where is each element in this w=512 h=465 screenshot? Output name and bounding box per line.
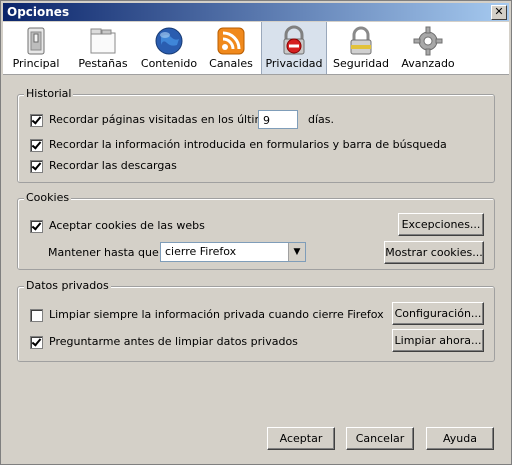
days-label: días. [308,113,335,126]
tab-label: Seguridad [333,57,389,70]
title-bar: Opciones ✕ [3,3,509,21]
tab-label: Avanzado [401,57,455,70]
window-title: Opciones [7,5,70,19]
always-clear-checkbox[interactable] [30,308,43,322]
tab-label: Privacidad [265,57,323,70]
tab-label: Pestañas [78,57,128,70]
remember-forms-checkbox[interactable] [30,138,43,152]
padlock-icon [350,26,372,55]
cookies-group: Cookies Aceptar cookies de las webs Exce… [17,191,495,270]
cookies-group-title: Cookies [24,191,72,204]
accept-button[interactable]: Aceptar [267,427,335,450]
help-button[interactable]: Ayuda [426,427,494,450]
close-button[interactable]: ✕ [491,5,507,20]
tab-label: Principal [12,57,60,70]
tab-pestanas[interactable]: Pestañas [73,22,133,74]
close-icon: ✕ [494,5,504,18]
tab-label: Canales [209,57,253,70]
history-group-title: Historial [24,87,74,100]
tab-canales[interactable]: Canales [207,22,255,74]
tabs-icon [90,28,116,54]
remember-forms-label: Recordar la información introducida en f… [49,138,447,151]
ask-before-label: Preguntarme antes de limpiar datos priva… [49,335,298,348]
private-data-group-title: Datos privados [24,279,111,292]
keep-until-value: cierre Firefox [165,245,237,258]
chevron-down-icon: ▼ [288,243,305,261]
remember-downloads-row: Recordar las descargas [30,159,177,173]
cancel-button[interactable]: Cancelar [346,427,414,450]
tab-privacidad[interactable]: Privacidad [261,22,327,74]
remember-downloads-label: Recordar las descargas [49,159,177,172]
days-input[interactable]: 9 [258,110,298,129]
pane-toolbar: Principal Pestañas Contenido Canales Pri… [3,22,509,75]
accept-cookies-checkbox[interactable] [30,219,43,233]
private-data-group: Datos privados Limpiar siempre la inform… [17,279,495,362]
tab-contenido[interactable]: Contenido [139,22,199,74]
keep-until-select[interactable]: cierre Firefox ▼ [160,242,306,262]
clear-now-button[interactable]: Limpiar ahora... [392,329,484,352]
tab-seguridad[interactable]: Seguridad [333,22,389,74]
remember-pages-row: Recordar páginas visitadas en los último… [30,113,278,127]
always-clear-row: Limpiar siempre la información privada c… [30,308,384,322]
tab-label: Contenido [140,57,198,70]
history-group: Historial Recordar páginas visitadas en … [17,87,495,183]
options-dialog: Opciones ✕ Principal Pestañas Contenido … [0,0,512,465]
globe-icon [155,27,183,55]
settings-button[interactable]: Configuración... [392,302,484,325]
exceptions-button[interactable]: Excepciones... [398,213,484,236]
rss-icon [217,27,245,55]
always-clear-label: Limpiar siempre la información privada c… [49,308,384,321]
tab-principal[interactable]: Principal [9,22,63,74]
accept-cookies-label: Aceptar cookies de las webs [49,219,205,232]
tab-avanzado[interactable]: Avanzado [399,22,457,74]
show-cookies-button[interactable]: Mostrar cookies... [384,241,484,264]
ask-before-checkbox[interactable] [30,335,43,349]
switch-icon [27,27,45,55]
remember-forms-row: Recordar la información introducida en f… [30,138,447,152]
remember-downloads-checkbox[interactable] [30,159,43,173]
privacy-icon [283,25,305,55]
remember-pages-checkbox[interactable] [30,113,43,127]
keep-until-label: Mantener hasta que: [48,246,163,259]
gear-icon [413,26,443,56]
remember-pages-label: Recordar páginas visitadas en los último… [49,113,278,126]
accept-cookies-row: Aceptar cookies de las webs [30,219,205,233]
ask-before-row: Preguntarme antes de limpiar datos priva… [30,335,298,349]
